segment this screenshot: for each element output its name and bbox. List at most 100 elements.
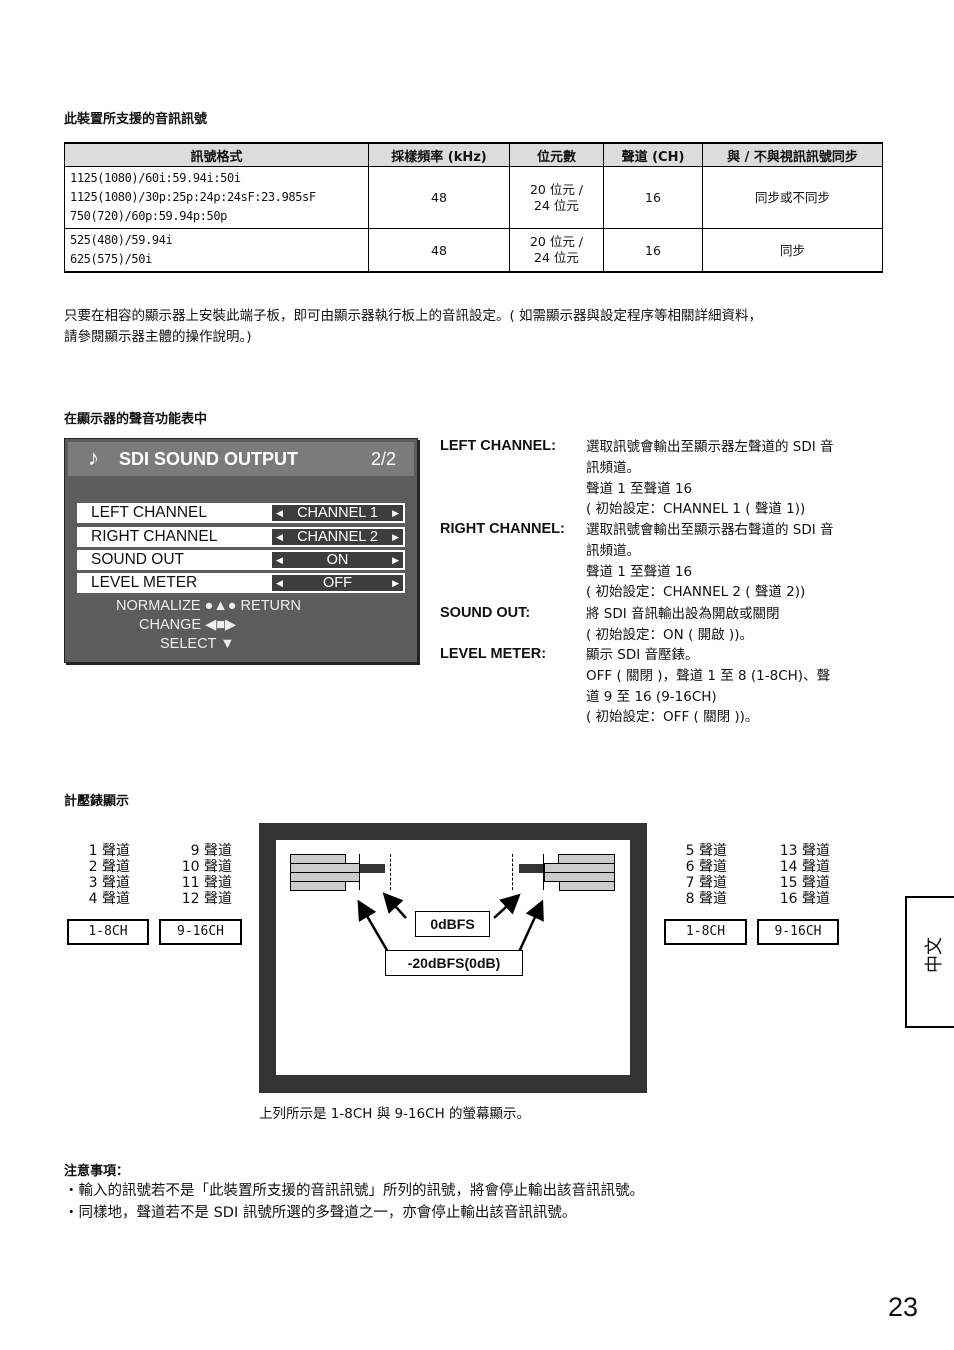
arrow-20dbfs-right [517,899,544,953]
desc-text-sound-out: 將 SDI 音訊輸出設為開啟或關閉 ( 初始設定：ON ( 開啟 ))。 [586,604,886,646]
header-sync: 與 / 不與視訊訊號同步 [702,142,883,167]
section-heading-meter-display: 計壓錶顯示 [64,794,130,809]
label-minus20dbfs: -20dBFS(0dB) [385,950,523,976]
desc-line: 道 9 至 16 (9-16CH) [586,688,717,705]
osd-row-label: SOUND OUT [91,551,184,568]
channel-label: 12 聲道 [181,891,232,907]
header-format: 訊號格式 [64,142,369,167]
osd-row-value[interactable]: ◀ CHANNEL 2 ▶ [272,529,403,545]
format-line: 1125(1080)/60i:59.94i:50i [70,171,241,185]
desc-line: 訊頻道。 [586,459,640,476]
desc-line: OFF ( 關閉 )，聲道 1 至 8 (1-8CH)、聲 [586,667,831,684]
sampling-cell: 48 [368,166,510,229]
channel-label: 1 聲道 [88,843,130,859]
arrow-0dbfs-left [382,892,407,919]
table-row: 525(480)/59.94i 625(575)/50i 48 20 位元 / … [64,228,883,273]
music-note-icon: ♪ [88,445,99,470]
osd-row-sound-out[interactable]: SOUND OUT ◀ ON ▶ [77,550,405,570]
right-arrow-icon[interactable]: ▶ [392,552,399,568]
paragraph-line: 只要在相容的顯示器上安裝此端子板，即可由顯示器執行板上的音訊設定。( 如需顯示器… [64,308,763,324]
bits-line: 20 位元 / [529,234,584,249]
osd-nav-change: CHANGE ◀■▶ [139,617,236,633]
format-line: 525(480)/59.94i [70,233,173,247]
notes-list: ・輸入的訊號若不是「此裝置所支援的音訊訊號」所列的訊號，將會停止輸出該音訊訊號。… [64,1180,644,1224]
format-line: 625(575)/50i [70,252,152,266]
desc-line: 選取訊號會輸出至顯示器右聲道的 SDI 音 [586,522,834,538]
channel-label: 2 聲道 [88,859,130,875]
channel-list-left-1-8: 1 聲道 2 聲道 3 聲道 4 聲道 [80,843,130,907]
osd-row-right-channel[interactable]: RIGHT CHANNEL ◀ CHANNEL 2 ▶ [77,527,405,547]
dot-icon: ● [227,598,237,614]
meter-screen-inner: 0dBFS -20dBFS(0dB) [276,840,630,1075]
table-header-row: 訊號格式 採樣頻率 (kHz) 位元數 聲道 (CH) 與 / 不與視訊訊號同步 [64,142,883,167]
channel-list-right-9-16: 13 聲道 14 聲道 15 聲道 16 聲道 [768,843,830,907]
channel-label: 7 聲道 [685,875,727,891]
desc-line: 顯示 SDI 音壓錶。 [586,647,699,663]
arrow-20dbfs-left [357,899,390,953]
desc-text-left-channel: 選取訊號會輸出至顯示器左聲道的 SDI 音 訊頻道。 聲道 1 至聲道 16 (… [586,437,886,520]
box-9-16ch-left: 9-16CH [159,919,242,945]
bits-line: 20 位元 / [529,181,584,197]
header-sampling: 採樣頻率 (kHz) [368,142,510,167]
bits-cell: 20 位元 / 24 位元 [509,228,604,273]
osd-row-value[interactable]: ◀ ON ▶ [272,552,403,568]
format-cell: 1125(1080)/60i:59.94i:50i 1125(1080)/30p… [64,166,369,229]
right-arrow-icon[interactable]: ▶ [392,575,399,591]
desc-line: 聲道 1 至聲道 16 [586,563,693,580]
paragraph-line: 請參閱顯示器主體的操作說明。) [64,329,252,345]
left-arrow-icon[interactable]: ◀ [276,575,283,591]
channel-label: 15 聲道 [779,875,830,891]
desc-line: 將 SDI 音訊輸出設為開啟或關閉 [586,606,780,622]
channel-label: 10 聲道 [181,859,232,875]
desc-line: 選取訊號會輸出至顯示器左聲道的 SDI 音 [586,439,834,455]
section-heading-supported-audio: 此裝置所支援的音訊訊號 [64,112,208,127]
left-arrow-icon[interactable]: ◀ [276,505,283,521]
select-label: SELECT [160,636,217,652]
return-label: RETURN [240,598,301,614]
right-arrow-icon[interactable]: ▶ [392,529,399,545]
desc-label-level-meter: LEVEL METER: [440,646,547,662]
header-channels: 聲道 (CH) [603,142,703,167]
box-9-16ch-right: 9-16CH [757,919,839,945]
osd-menu: ♪ SDI SOUND OUTPUT 2/2 LEFT CHANNEL ◀ CHA… [64,438,418,663]
note-item: ・輸入的訊號若不是「此裝置所支援的音訊訊號」所列的訊號，將會停止輸出該音訊訊號。 [64,1183,644,1199]
note-item: ・同樣地，聲道若不是 SDI 訊號所選的多聲道之一，亦會停止輸出該音訊訊號。 [64,1205,577,1221]
desc-line: ( 初始設定：OFF ( 關閉 ))。 [586,709,759,726]
osd-page-indicator: 2/2 [370,449,396,469]
osd-row-value[interactable]: ◀ CHANNEL 1 ▶ [272,505,403,521]
sync-cell: 同步 [702,228,883,273]
left-arrow-icon[interactable]: ◀ [276,529,283,545]
meter-caption: 上列所示是 1-8CH 與 9-16CH 的螢幕顯示。 [259,1106,531,1122]
desc-label-left-channel: LEFT CHANNEL: [440,438,556,454]
header-bits: 位元數 [509,142,604,167]
value-text: CHANNEL 1 [297,505,378,521]
notes-heading: 注意事項： [64,1164,130,1179]
left-arrow-icon: ◀■▶ [205,617,237,633]
intro-paragraph: 只要在相容的顯示器上安裝此端子板，即可由顯示器執行板上的音訊設定。( 如需顯示器… [64,306,924,348]
channel-label: 13 聲道 [779,843,830,859]
bits-line: 24 位元 [534,197,579,213]
osd-row-label: LEFT CHANNEL [91,504,207,521]
desc-line: ( 初始設定：ON ( 開啟 ))。 [586,626,753,643]
table-row: 1125(1080)/60i:59.94i:50i 1125(1080)/30p… [64,166,883,229]
value-text: ON [326,552,349,568]
right-arrow-icon[interactable]: ▶ [392,505,399,521]
channel-label: 9 聲道 [190,843,232,859]
osd-row-left-channel[interactable]: LEFT CHANNEL ◀ CHANNEL 1 ▶ [77,503,405,523]
desc-line: ( 初始設定：CHANNEL 2 ( 聲道 2)) [586,584,806,601]
channel-label: 4 聲道 [88,891,130,907]
meter-screen: 0dBFS -20dBFS(0dB) [259,823,647,1093]
normalize-label: NORMALIZE [116,598,201,614]
page-number: 23 [888,1292,919,1322]
channel-label: 6 聲道 [685,859,727,875]
format-line: 1125(1080)/30p:25p:24p:24sF:23.985sF [70,190,316,204]
channel-list-left-9-16: 9 聲道 10 聲道 11 聲道 12 聲道 [170,843,232,907]
osd-title-bar: ♪ SDI SOUND OUTPUT 2/2 [68,442,414,476]
section-heading-sound-menu: 在顯示器的聲音功能表中 [64,412,208,427]
box-1-8ch-right: 1-8CH [664,919,747,945]
left-arrow-icon[interactable]: ◀ [276,552,283,568]
osd-row-value[interactable]: ◀ OFF ▶ [272,575,403,591]
osd-row-level-meter[interactable]: LEVEL METER ◀ OFF ▶ [77,573,405,593]
down-arrow-icon: ▼ [220,636,235,652]
format-line: 750(720)/60p:59.94p:50p [70,209,227,223]
